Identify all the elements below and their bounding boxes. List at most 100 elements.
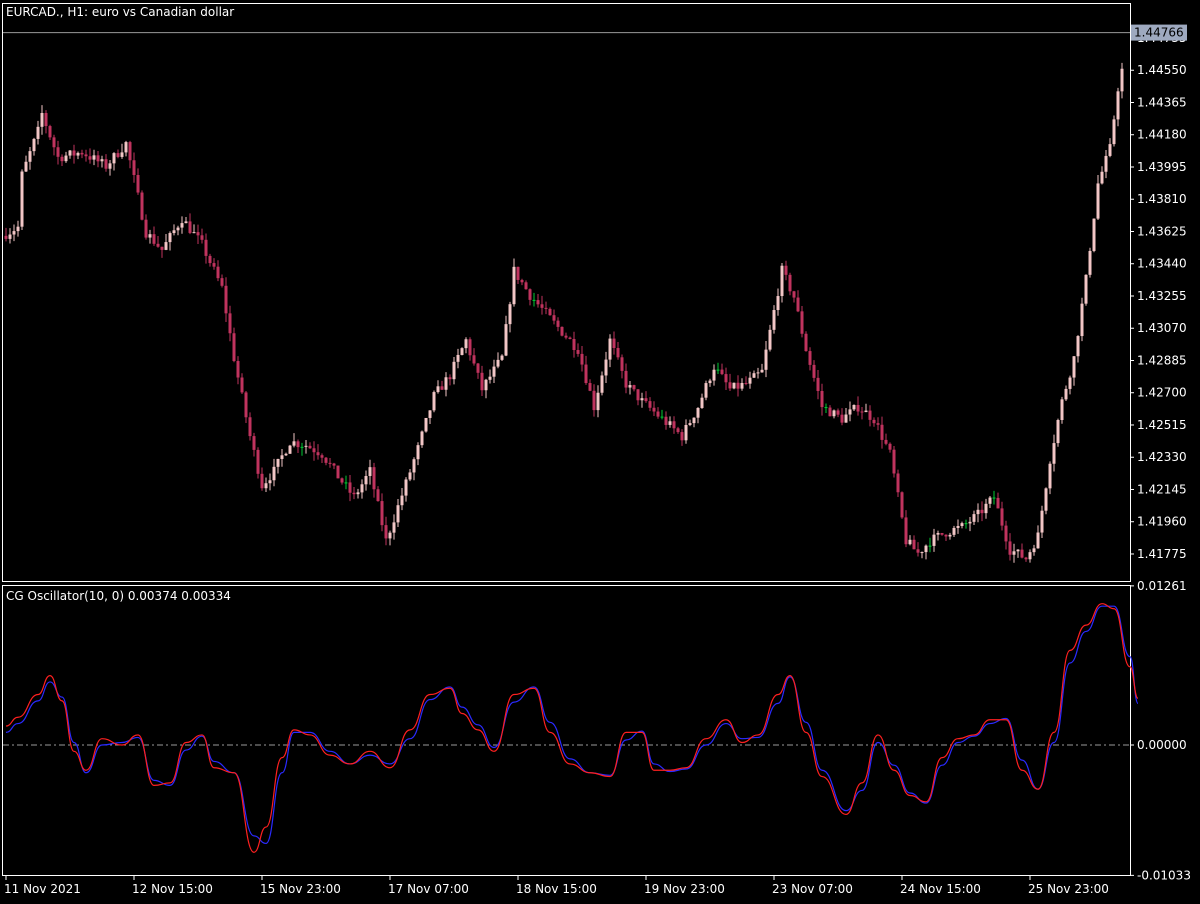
candle-body <box>172 230 176 234</box>
candle-body <box>336 465 340 479</box>
chart-svg: 1.447351.445501.443651.441801.439951.438… <box>0 0 1200 900</box>
candle-body <box>192 232 196 234</box>
background <box>0 0 1200 900</box>
candle-body <box>20 171 24 227</box>
price-tick-label: 1.42515 <box>1137 418 1187 432</box>
candle-body <box>1072 356 1076 378</box>
candle-body <box>932 534 936 546</box>
candle-body <box>1088 250 1092 275</box>
candle-body <box>120 152 124 157</box>
candle-body <box>712 369 716 381</box>
candle-body <box>948 534 952 537</box>
candle-body <box>1000 508 1004 526</box>
candle-body <box>880 424 884 440</box>
candle-body <box>960 523 964 527</box>
candle-body <box>820 391 824 408</box>
candle-body <box>244 392 248 418</box>
candle-body <box>748 377 752 384</box>
candle-body <box>512 266 516 305</box>
candle-body <box>732 382 736 389</box>
candle-body <box>884 439 888 444</box>
candle-body <box>376 489 380 502</box>
candle-body <box>248 417 252 437</box>
candle-body <box>480 372 484 391</box>
candle-body <box>628 385 632 388</box>
candle-body <box>108 163 112 169</box>
candle-body <box>640 398 644 401</box>
candle-body <box>864 410 868 413</box>
candle-body <box>1004 525 1008 542</box>
candle-body <box>792 291 796 298</box>
candle-body <box>60 156 64 162</box>
candle-body <box>1116 91 1120 120</box>
candle-body <box>652 407 656 412</box>
price-tick-label: 1.43995 <box>1137 160 1187 174</box>
candle-body <box>224 285 228 314</box>
time-tick-label: 12 Nov 15:00 <box>132 882 213 896</box>
candle-body <box>840 414 844 423</box>
candle-body <box>928 545 932 547</box>
candle-body <box>504 324 508 356</box>
candle-body <box>896 473 900 493</box>
candle-body <box>144 219 148 238</box>
candle-body <box>252 436 256 450</box>
candle-body <box>888 443 892 450</box>
candle-body <box>220 278 224 286</box>
candle-body <box>444 377 448 390</box>
candle-body <box>36 126 40 139</box>
candle-body <box>980 509 984 514</box>
candle-body <box>604 359 608 376</box>
candle-body <box>472 355 476 364</box>
candle-body <box>784 265 788 275</box>
candle-body <box>344 482 348 484</box>
candle-body <box>360 484 364 493</box>
candle-body <box>228 313 232 334</box>
candle-body <box>468 339 472 356</box>
candle-body <box>80 152 84 155</box>
candle-body <box>900 492 904 518</box>
candle-body <box>368 467 372 476</box>
candle-body <box>340 478 344 483</box>
candle-body <box>200 235 204 240</box>
candle-body <box>44 113 48 127</box>
candle-body <box>1108 144 1112 156</box>
candle-body <box>68 150 72 156</box>
candle-body <box>744 382 748 384</box>
candle-body <box>240 377 244 393</box>
candle-body <box>332 463 336 466</box>
candle-body <box>1068 377 1072 389</box>
candle-body <box>352 492 356 495</box>
candle-body <box>312 448 316 453</box>
candle-body <box>496 359 500 367</box>
candle-body <box>524 282 528 290</box>
candle-body <box>1032 548 1036 553</box>
candle-body <box>1012 551 1016 555</box>
time-tick-label: 24 Nov 15:00 <box>900 882 981 896</box>
candle-body <box>736 382 740 389</box>
oscillator-title: CG Oscillator(10, 0) 0.00374 0.00334 <box>6 589 231 603</box>
price-tick-label: 1.42885 <box>1137 353 1187 367</box>
candle-body <box>1040 510 1044 533</box>
candle-body <box>432 392 436 411</box>
candle-body <box>272 466 276 481</box>
candle-body <box>452 361 456 380</box>
candle-body <box>296 441 300 448</box>
candle-body <box>956 526 960 528</box>
candle-body <box>424 417 428 432</box>
candle-body <box>324 457 328 463</box>
price-tick-label: 1.42145 <box>1137 482 1187 496</box>
candle-body <box>388 532 392 539</box>
candle-body <box>488 376 492 380</box>
price-tick-label: 1.43255 <box>1137 289 1187 303</box>
candle-body <box>392 522 396 533</box>
candle-body <box>936 532 940 535</box>
candle-body <box>892 449 896 474</box>
candle-body <box>188 221 192 233</box>
candle-body <box>276 458 280 467</box>
candle-body <box>824 407 828 409</box>
candle-body <box>836 410 840 415</box>
price-tick-label: 1.41960 <box>1137 515 1187 529</box>
candle-body <box>156 243 160 247</box>
candle-body <box>396 505 400 523</box>
price-tick-label: 1.44180 <box>1137 128 1187 142</box>
